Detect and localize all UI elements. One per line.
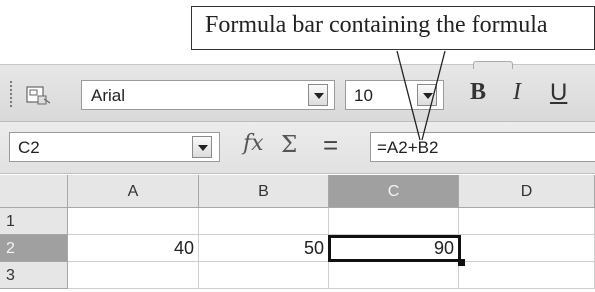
row-header-1[interactable]: 1 (0, 208, 68, 235)
cell-a3[interactable] (68, 262, 199, 289)
font-size-dropdown-icon[interactable] (417, 84, 437, 106)
cell-c3[interactable] (329, 262, 459, 289)
table-row: 2 40 50 90 (0, 235, 595, 262)
column-header-row: A B C D (0, 175, 595, 208)
font-name-value: Arial (91, 86, 126, 105)
table-row: 3 (0, 262, 595, 289)
font-size-value: 10 (354, 86, 373, 105)
cell-b3[interactable] (199, 262, 329, 289)
formula-input[interactable]: =A2+B2 (370, 132, 595, 162)
cell-c1[interactable] (329, 208, 459, 235)
toolbar-grip-handle[interactable] (9, 80, 13, 108)
fill-handle[interactable] (458, 259, 465, 266)
italic-button[interactable]: I (513, 79, 521, 111)
column-header-b[interactable]: B (199, 175, 329, 208)
bold-button[interactable]: B (470, 79, 486, 111)
select-all-corner[interactable] (0, 175, 68, 208)
cell-d1[interactable] (459, 208, 595, 235)
name-box[interactable]: C2 (9, 132, 220, 162)
cell-a2[interactable]: 40 (68, 235, 199, 262)
cell-c2-active[interactable]: 90 (328, 235, 461, 262)
styles-formatting-icon[interactable] (24, 83, 52, 107)
cell-a1[interactable] (68, 208, 199, 235)
function-wizard-icon[interactable]: fx (243, 131, 264, 156)
column-header-a[interactable]: A (68, 175, 199, 208)
font-size-combobox[interactable]: 10 (345, 80, 444, 110)
equals-icon[interactable]: = (323, 130, 338, 161)
underline-button[interactable]: U (550, 79, 567, 111)
font-name-combobox[interactable]: Arial (81, 80, 335, 110)
column-header-c[interactable]: C (329, 175, 459, 208)
row-header-2[interactable]: 2 (0, 235, 68, 262)
formula-bar: C2 fx Σ = =A2+B2 (0, 122, 595, 174)
cell-d2[interactable] (459, 235, 595, 262)
name-box-dropdown-icon[interactable] (192, 136, 212, 158)
formatting-toolbar: Arial 10 B I U (0, 61, 595, 122)
column-header-d[interactable]: D (459, 175, 595, 208)
cell-b1[interactable] (199, 208, 329, 235)
sum-icon[interactable]: Σ (281, 132, 297, 158)
toolbar-tab-edge (473, 61, 513, 69)
table-row: 1 (0, 208, 595, 235)
name-box-value: C2 (18, 138, 40, 157)
cell-d3[interactable] (459, 262, 595, 289)
row-header-3[interactable]: 3 (0, 262, 68, 289)
font-name-dropdown-icon[interactable] (308, 84, 328, 106)
callout-label: Formula bar containing the formula (191, 6, 595, 50)
cell-b2[interactable]: 50 (199, 235, 329, 262)
